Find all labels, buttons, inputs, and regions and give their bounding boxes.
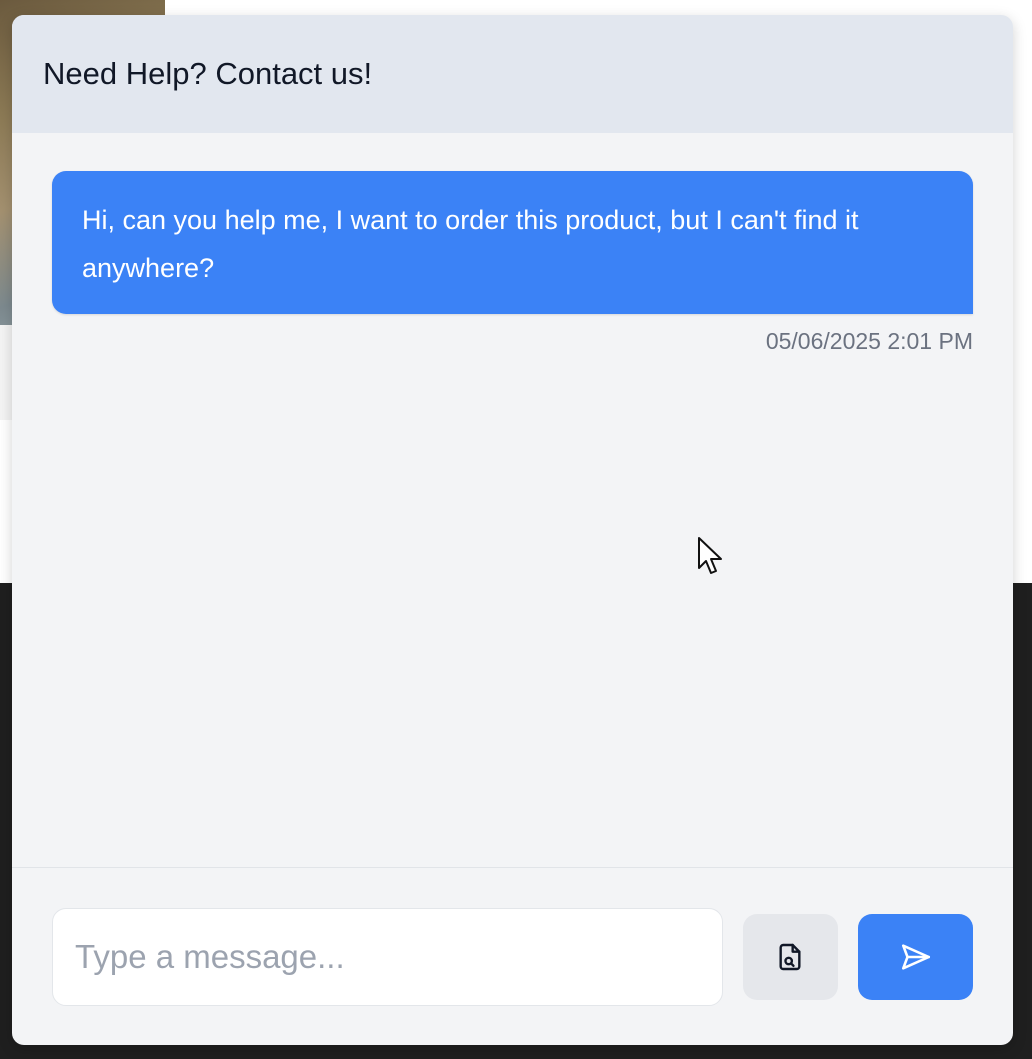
message-list: Hi, can you help me, I want to order thi… xyxy=(12,133,1013,867)
send-button[interactable] xyxy=(858,913,973,1000)
chat-widget: Need Help? Contact us! Hi, can you help … xyxy=(12,15,1013,1045)
attach-file-button[interactable] xyxy=(742,913,839,1000)
message-timestamp: 05/06/2025 2:01 PM xyxy=(765,328,973,354)
message-item: Hi, can you help me, I want to order thi… xyxy=(52,171,973,355)
message-composer xyxy=(12,867,1013,1045)
chat-title: Need Help? Contact us! xyxy=(43,56,373,91)
chat-header: Need Help? Contact us! xyxy=(12,15,1013,133)
mouse-cursor-icon xyxy=(698,537,722,574)
file-search-icon xyxy=(779,943,801,970)
message-input[interactable] xyxy=(52,907,723,1006)
message-bubble: Hi, can you help me, I want to order thi… xyxy=(52,171,973,314)
send-icon xyxy=(901,943,930,970)
